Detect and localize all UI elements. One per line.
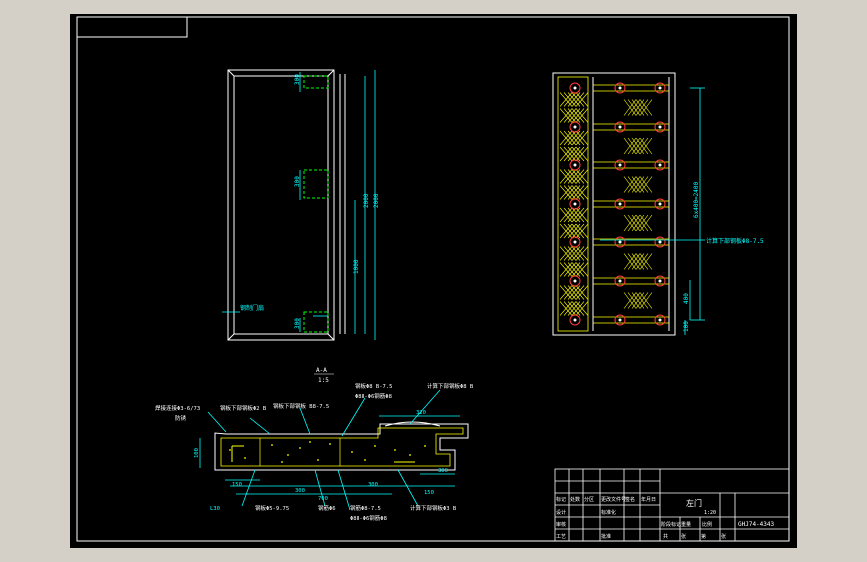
- section-note-11: Φ8Ⅱ-Φ6钢筋Φ8: [350, 514, 387, 522]
- bolt-center: [573, 125, 577, 129]
- bolt-center: [618, 318, 622, 322]
- tb-cell-15: 共: [663, 533, 668, 540]
- dim-sec-2: 100: [194, 448, 200, 458]
- concrete-dot: [244, 457, 246, 459]
- concrete-dot: [229, 449, 231, 451]
- bolt-center: [658, 86, 662, 90]
- dim-front-2: 300: [294, 176, 301, 187]
- dim-side-bottom: 400: [683, 293, 690, 304]
- concrete-dot: [329, 443, 331, 445]
- concrete-dot: [317, 459, 319, 461]
- drawing-area: [70, 14, 797, 548]
- concrete-dot: [287, 454, 289, 456]
- front-leader-label: 钢制门扇: [240, 304, 264, 312]
- tb-cell-7: 设计: [556, 509, 566, 516]
- dim-sec-8: 150: [424, 490, 434, 496]
- dim-front-3: 300: [294, 318, 301, 329]
- concrete-dot: [364, 459, 366, 461]
- tb-cell-12: 审核: [556, 521, 566, 528]
- dim-side-small: 100: [683, 321, 690, 332]
- bolt-center: [573, 279, 577, 283]
- section-note-7: 计算下部钢板Φ8 B: [427, 382, 474, 390]
- tb-cell-5: 签名: [625, 496, 635, 503]
- section-note-5: 钢板Φ8 B-7.5: [355, 382, 393, 390]
- concrete-dot: [394, 449, 396, 451]
- concrete-dot: [281, 461, 283, 463]
- concrete-dot: [374, 445, 376, 447]
- bolt-center: [658, 163, 662, 167]
- dim-front-4: 2000: [363, 193, 370, 208]
- bolt-center: [618, 86, 622, 90]
- bolt-center: [618, 240, 622, 244]
- concrete-dot: [309, 441, 311, 443]
- bolt-center: [658, 318, 662, 322]
- section-note-3: 钢板下部钢板Φ2 B: [220, 404, 267, 412]
- dim-sec-5: 700: [318, 496, 328, 502]
- tb-cell-8: 标准化: [601, 509, 616, 516]
- tb-cell-6: 年月日: [641, 496, 656, 503]
- tb-cell-9: 阶段标记: [661, 521, 681, 528]
- concrete-dot: [409, 454, 411, 456]
- section-note-1: 焊接连接Φ3-6/73: [155, 404, 200, 412]
- section-note-10: 钢筋Φ8-7.5: [350, 504, 381, 512]
- side-note: 计算下部钢板Φ8-7.5: [706, 237, 764, 245]
- dim-front-5: 2000: [373, 193, 380, 208]
- section-title-text: A-A: [316, 367, 327, 374]
- tb-cell-3: 分区: [584, 496, 594, 503]
- bolt-center: [573, 240, 577, 244]
- tb-cell-4: 更改文件号: [601, 496, 626, 503]
- tb-drawing-no: GHJ74-4343: [738, 521, 775, 528]
- dim-front-6: 1000: [353, 259, 360, 274]
- section-note-4: 钢板下部钢板 B8-7.5: [273, 402, 329, 410]
- concrete-dot: [299, 447, 301, 449]
- dim-sec-6: 300: [368, 482, 378, 488]
- tb-cell-13: 工艺: [556, 534, 566, 540]
- section-note-9: 钢筋Φ6: [318, 504, 336, 512]
- bolt-center: [573, 202, 577, 206]
- tb-drawing-name: 左门: [686, 498, 702, 508]
- dim-side-total: 6x400=2400: [693, 181, 700, 218]
- concrete-dot: [271, 444, 273, 446]
- bolt-center: [573, 163, 577, 167]
- dim-sec-9: L30: [210, 506, 220, 512]
- tb-cell-11: 比例: [702, 521, 712, 528]
- dim-front-1: 300: [294, 74, 301, 85]
- concrete-dot: [424, 445, 426, 447]
- bolt-center: [618, 163, 622, 167]
- tb-scale: 1:20: [704, 510, 716, 516]
- bolt-center: [658, 125, 662, 129]
- tb-cell-14: 批准: [601, 533, 611, 540]
- bolt-center: [618, 202, 622, 206]
- section-note-8: 钢板Φ5-9.75: [255, 504, 289, 512]
- section-note-2: 防锈: [175, 414, 187, 422]
- bolt-center: [573, 86, 577, 90]
- tb-cell-1: 标记: [556, 496, 566, 503]
- bolt-center: [658, 240, 662, 244]
- section-note-6: Φ8Ⅱ-Φ6钢筋Φ8: [355, 392, 392, 400]
- dim-sec-3: 320: [416, 410, 426, 416]
- bolt-center: [618, 279, 622, 283]
- dim-sec-4: 150: [232, 482, 242, 488]
- tb-cell-10: 重量: [681, 521, 691, 528]
- section-note-12: 计算下部钢板Φ3 B: [410, 504, 457, 512]
- bolt-center: [618, 125, 622, 129]
- section-scale-text: 1:5: [318, 377, 329, 384]
- tb-cell-17: 第: [701, 533, 706, 540]
- dim-sec-1: 300: [295, 488, 305, 494]
- bolt-center: [658, 202, 662, 206]
- tb-cell-18: 张: [721, 533, 726, 540]
- tb-cell-2: 处数: [570, 496, 580, 503]
- tb-cell-16: 张: [681, 533, 686, 540]
- bolt-center: [658, 279, 662, 283]
- concrete-dot: [351, 451, 353, 453]
- dim-sec-7: 300: [438, 468, 448, 474]
- bolt-center: [573, 318, 577, 322]
- cad-viewport[interactable]: 300 300 300 2000 2000 1000 钢制门扇 6x400=24…: [0, 0, 867, 562]
